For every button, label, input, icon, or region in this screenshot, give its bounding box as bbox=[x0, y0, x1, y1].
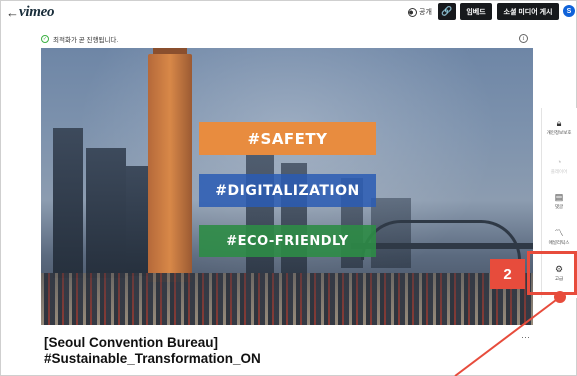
golden-tower bbox=[148, 54, 192, 282]
sidebar-item-label: 개인정보보호 bbox=[546, 130, 572, 135]
info-icon[interactable]: i bbox=[519, 34, 528, 43]
lock-icon: 🔒︎ bbox=[556, 118, 562, 128]
more-options-button[interactable]: ⋯ bbox=[521, 332, 531, 343]
video-title-line-1: [Seoul Convention Bureau] bbox=[44, 335, 219, 350]
bridge-arch bbox=[361, 220, 521, 260]
video-player[interactable]: #SAFETY #DIGITALIZATION #ECO-FRIENDLY bbox=[41, 48, 533, 325]
analytics-icon: 〽 bbox=[554, 228, 564, 238]
sidebar-item-player[interactable]: ◔ 플레이어 bbox=[541, 157, 577, 174]
sidebar-item-privacy[interactable]: 🔒︎ 개인정보보호 bbox=[541, 118, 577, 135]
annotation-step-badge: 2 bbox=[490, 259, 525, 289]
annotation-dot bbox=[554, 291, 566, 303]
video-title-line-2: #Sustainable_Transformation_ON bbox=[44, 351, 261, 366]
building bbox=[86, 148, 126, 278]
optimization-status: ✓ 최적화가 곧 진행됩니다. bbox=[41, 34, 118, 44]
tag-digitalization: #DIGITALIZATION bbox=[199, 174, 376, 207]
palette-icon: ◔ bbox=[556, 157, 562, 167]
link-icon: 🔗 bbox=[441, 6, 453, 16]
back-arrow-icon[interactable]: ← bbox=[6, 5, 19, 20]
top-bar: ← vimeo 공개 🔗 임베드 소셜 미디어 게시 S bbox=[0, 0, 577, 26]
comment-icon: ▤ bbox=[554, 192, 564, 202]
user-avatar[interactable]: S bbox=[563, 5, 575, 17]
status-text: 최적화가 곧 진행됩니다. bbox=[53, 37, 119, 44]
sidebar-item-label: 댓글 bbox=[554, 204, 564, 209]
privacy-toggle[interactable]: 공개 bbox=[408, 7, 432, 17]
embed-button[interactable]: 임베드 bbox=[460, 3, 492, 20]
bridge bbox=[351, 243, 533, 249]
social-post-button[interactable]: 소셜 미디어 게시 bbox=[497, 3, 559, 20]
sidebar-item-analytics[interactable]: 〽 애널리틱스 bbox=[541, 228, 577, 245]
copy-link-button[interactable]: 🔗 bbox=[438, 3, 456, 20]
sidebar-item-label: 플레이어 bbox=[550, 169, 568, 174]
sidebar-item-comments[interactable]: ▤ 댓글 bbox=[541, 192, 577, 209]
building bbox=[53, 128, 83, 278]
annotation-highlight-box bbox=[527, 251, 577, 295]
building bbox=[126, 166, 148, 276]
sidebar-item-label: 애널리틱스 bbox=[548, 240, 570, 245]
check-circle-icon: ✓ bbox=[41, 35, 49, 43]
tag-eco-friendly: #ECO-FRIENDLY bbox=[199, 225, 376, 257]
vimeo-logo[interactable]: vimeo bbox=[19, 4, 54, 21]
video-title[interactable]: [Seoul Convention Bureau] #Sustainable_T… bbox=[44, 335, 514, 367]
globe-icon bbox=[408, 7, 417, 17]
tag-safety: #SAFETY bbox=[199, 122, 376, 155]
privacy-label: 공개 bbox=[419, 9, 432, 16]
